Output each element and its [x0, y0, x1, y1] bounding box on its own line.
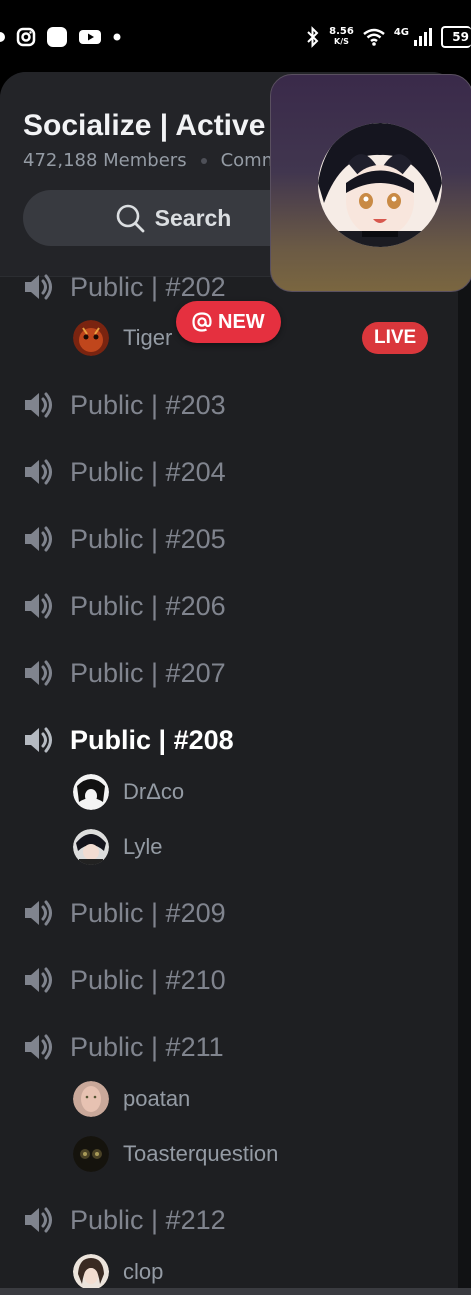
voice-channel-208[interactable]: Public | #208: [22, 720, 234, 760]
channel-name: Public | #205: [70, 523, 226, 554]
username: DrΔco: [123, 779, 185, 804]
avatar: [73, 1081, 109, 1117]
server-meta: 472,188 Members Comm: [23, 150, 279, 171]
search-icon: [116, 204, 145, 233]
net-speed: 8.56 K/S: [329, 27, 354, 47]
network-type: 4G: [393, 26, 409, 38]
server-name[interactable]: Socialize | Active: [23, 109, 265, 143]
speaker-icon: [25, 593, 52, 619]
new-mentions-button[interactable]: NEW: [176, 301, 281, 343]
voice-channel-212[interactable]: Public | #212: [22, 1200, 226, 1240]
avatar: [73, 1136, 109, 1172]
voice-channel-209[interactable]: Public | #209: [22, 893, 226, 933]
voice-user-clop[interactable]: clop: [73, 1254, 163, 1290]
channel-name: Public | #202: [70, 271, 226, 302]
channel-name: Public | #208: [70, 724, 234, 755]
new-label: NEW: [218, 310, 265, 333]
voice-channel-205[interactable]: Public | #205: [22, 519, 226, 559]
speaker-icon: [25, 967, 52, 993]
voice-channel-203[interactable]: Public | #203: [22, 385, 226, 425]
notification-dot-icon: [113, 33, 121, 41]
avatar: [73, 829, 109, 865]
voice-channel-207[interactable]: Public | #207: [22, 653, 226, 693]
speaker-icon: [25, 1034, 52, 1060]
channel-name: Public | #210: [70, 964, 226, 995]
signal-icon: [414, 28, 432, 46]
caller-avatar: [318, 123, 442, 247]
battery-level: 59: [452, 30, 469, 44]
member-count: 472,188 Members: [23, 150, 187, 171]
channel-name: Public | #203: [70, 389, 226, 420]
battery-icon: 59: [441, 26, 471, 48]
speaker-icon: [25, 526, 52, 552]
channel-name: Public | #206: [70, 590, 226, 621]
app-icon: [47, 27, 67, 47]
net-speed-unit: K/S: [334, 37, 349, 46]
wifi-icon: [363, 28, 385, 46]
youtube-icon: [79, 30, 101, 44]
voice-user-poatan[interactable]: poatan: [73, 1081, 190, 1117]
speaker-icon: [25, 392, 52, 418]
separator-dot: [200, 157, 207, 164]
channel-name: Public | #209: [70, 897, 226, 928]
speaker-icon: [25, 660, 52, 686]
live-badge: LIVE: [362, 322, 429, 354]
channel-name: Public | #204: [70, 456, 226, 487]
search-label: Search: [154, 204, 232, 231]
speaker-icon: [25, 459, 52, 485]
voice-user-toasterquestion[interactable]: Toasterquestion: [73, 1136, 278, 1172]
status-bar: 8.56 K/S 4G 59: [0, 0, 471, 72]
username: Toasterquestion: [123, 1141, 279, 1166]
avatar: [73, 1254, 109, 1290]
username: clop: [123, 1259, 164, 1284]
speaker-icon: [25, 1207, 52, 1233]
username: poatan: [123, 1086, 191, 1111]
channel-name: Public | #211: [70, 1031, 224, 1062]
voice-channel-206[interactable]: Public | #206: [22, 586, 226, 626]
channel-name: Public | #207: [70, 657, 226, 688]
speaker-icon: [25, 900, 52, 926]
bluetooth-icon: [307, 26, 319, 48]
voice-channel-210[interactable]: Public | #210: [22, 960, 226, 1000]
username: Tiger: [123, 325, 173, 350]
voice-user-draco[interactable]: DrΔco: [73, 774, 184, 810]
avatar: [73, 774, 109, 810]
status-bar-left: [0, 24, 122, 50]
net-speed-value: 8.56: [329, 26, 354, 37]
gesture-bar: [0, 1288, 471, 1295]
voice-user-tiger[interactable]: Tiger: [73, 320, 172, 356]
channel-name: Public | #212: [70, 1204, 226, 1235]
floating-call-overlay[interactable]: [270, 74, 471, 292]
at-icon: [192, 312, 212, 332]
instagram-icon: [16, 27, 36, 47]
speaker-icon: [25, 274, 52, 300]
avatar: [73, 320, 109, 356]
app-icon-partial: [0, 32, 5, 42]
voice-channel-211[interactable]: Public | #211: [22, 1027, 224, 1067]
voice-channel-204[interactable]: Public | #204: [22, 452, 226, 492]
username: Lyle: [123, 834, 163, 859]
speaker-icon: [25, 727, 52, 753]
status-bar-right: 8.56 K/S 4G 59: [305, 22, 471, 52]
voice-user-lyle[interactable]: Lyle: [73, 829, 163, 865]
